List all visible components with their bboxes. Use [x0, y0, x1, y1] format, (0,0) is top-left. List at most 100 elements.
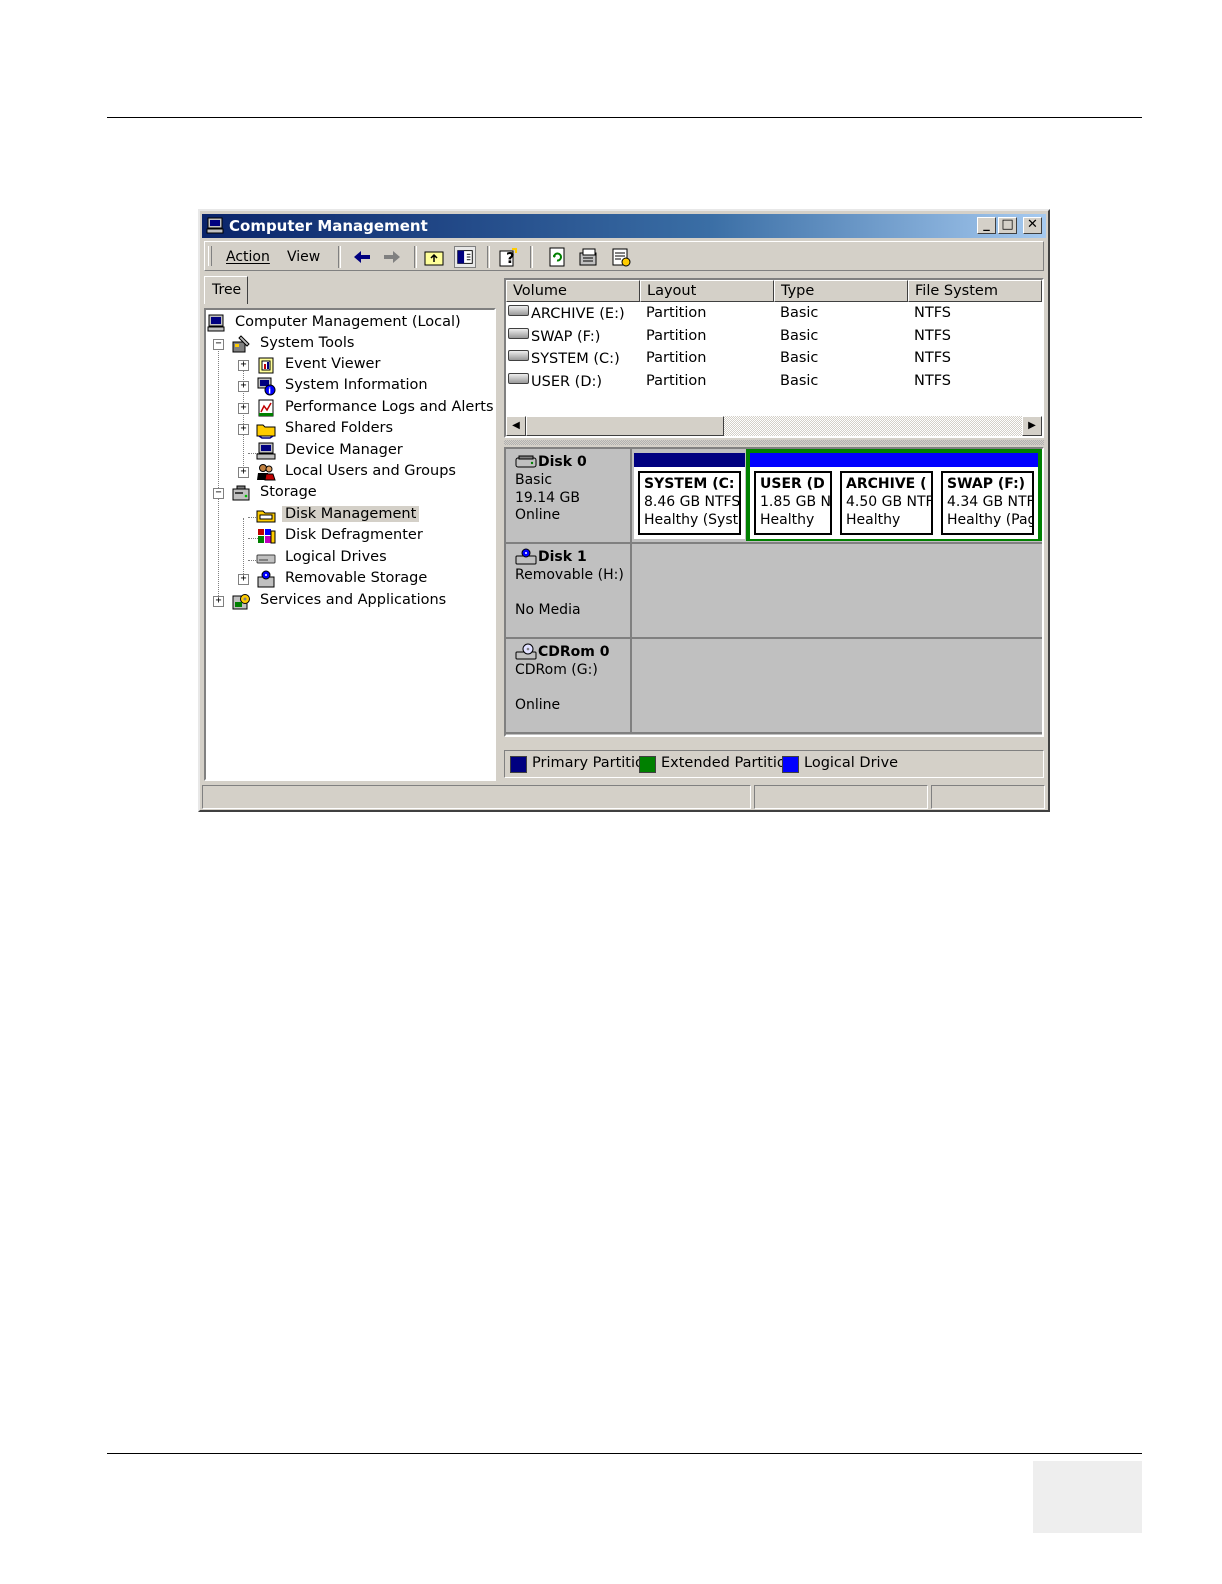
storage-icon	[232, 485, 250, 501]
drive-icon	[508, 328, 529, 339]
performance-logs-icon	[258, 399, 274, 417]
expand-toggle[interactable]: +	[238, 403, 249, 414]
tree-item-label: System Tools	[260, 335, 355, 351]
scroll-right-button[interactable]: ▶	[1022, 416, 1042, 436]
table-row[interactable]: ARCHIVE (E:) Partition Basic NTFS	[506, 303, 1042, 325]
tree-item-label: Computer Management (Local)	[235, 314, 461, 330]
volume-list[interactable]: Volume Layout Type File System ARCHIVE (…	[504, 278, 1044, 438]
properties-icon[interactable]	[577, 246, 599, 268]
disk-type: Removable (H:)	[515, 567, 624, 583]
column-header-volume[interactable]: Volume	[506, 280, 640, 302]
disk-row-cdrom0[interactable]: CDRom 0 CDRom (G:) Online	[506, 639, 1042, 734]
partition-type-bar	[634, 453, 745, 467]
scroll-left-button[interactable]: ◀	[506, 416, 526, 436]
expand-toggle[interactable]: +	[238, 360, 249, 371]
partition-name: SWAP (F:)	[947, 476, 1026, 492]
collapse-toggle[interactable]: −	[213, 488, 224, 499]
expand-toggle[interactable]: +	[238, 574, 249, 585]
tools-icon	[232, 335, 250, 353]
show-hide-tree-icon[interactable]	[454, 246, 476, 268]
page-footer-rule	[107, 1453, 1142, 1454]
column-header-label: Volume	[513, 283, 567, 299]
expand-toggle[interactable]: +	[238, 381, 249, 392]
cdrom-icon	[515, 643, 537, 660]
column-header-file-system[interactable]: File System	[908, 280, 1042, 302]
tree-item-label: Local Users and Groups	[285, 463, 456, 479]
partition-name: SYSTEM (C:	[644, 476, 735, 492]
partition-name: ARCHIVE (	[846, 476, 927, 492]
page-header-rule	[107, 117, 1142, 118]
disk-name: Disk 0	[538, 454, 587, 470]
partition-type-bar	[836, 453, 937, 467]
disk-status: Online	[515, 507, 561, 523]
disk-graphical-view[interactable]: Disk 0 Basic 19.14 GB Online SYSTEM (C: …	[504, 447, 1044, 737]
volume-cell: USER (D:)	[508, 373, 602, 390]
toolbar-grip[interactable]	[208, 246, 212, 266]
close-button[interactable]: ✕	[1023, 217, 1042, 234]
help-icon[interactable]: ?	[497, 246, 519, 268]
collapse-toggle[interactable]: −	[213, 339, 224, 350]
toolbar-separator	[530, 246, 533, 268]
status-bar-pane	[202, 785, 751, 809]
toolbar: Action View ?	[204, 241, 1044, 271]
minimize-button[interactable]: _	[977, 217, 996, 234]
refresh-icon[interactable]	[546, 246, 568, 268]
event-viewer-icon	[258, 357, 274, 374]
expand-toggle[interactable]: +	[213, 596, 224, 607]
tab-tree[interactable]: Tree	[204, 276, 248, 304]
disk-status: No Media	[515, 602, 581, 618]
partition-size: 1.85 GB N	[760, 494, 831, 510]
partition-box: ARCHIVE ( 4.50 GB NTF Healthy	[840, 471, 933, 535]
volume-name: ARCHIVE (E:)	[531, 306, 625, 322]
table-row[interactable]: SYSTEM (C:) Partition Basic NTFS	[506, 348, 1042, 370]
pane-splitter[interactable]	[504, 440, 1044, 445]
partition-swap[interactable]: SWAP (F:) 4.34 GB NTF Healthy (Pag	[937, 453, 1038, 539]
volume-cell: SWAP (F:)	[508, 328, 600, 345]
tree-pane[interactable]: Computer Management (Local) − System Too…	[204, 308, 496, 781]
horizontal-scrollbar[interactable]: ◀ ▶	[506, 416, 1042, 436]
export-icon[interactable]	[610, 246, 632, 268]
drive-icon	[508, 373, 529, 384]
file-system-cell: NTFS	[914, 328, 951, 344]
up-folder-icon[interactable]	[423, 246, 445, 268]
disk-type: CDRom (G:)	[515, 662, 598, 678]
volume-name: SYSTEM (C:)	[531, 351, 620, 367]
maximize-button[interactable]: □	[998, 217, 1017, 234]
menu-action[interactable]: Action	[226, 249, 270, 265]
column-header-type[interactable]: Type	[774, 280, 908, 302]
computer-icon	[206, 217, 224, 234]
partition-user[interactable]: USER (D 1.85 GB N Healthy	[750, 453, 836, 539]
back-icon[interactable]	[351, 246, 373, 268]
partition-status: Healthy	[760, 512, 815, 528]
title-bar[interactable]: Computer Management _ □ ✕	[202, 214, 1046, 238]
partition-legend: Primary Partition Extended Partition Log…	[504, 750, 1044, 778]
disk-label-disk0[interactable]: Disk 0 Basic 19.14 GB Online	[506, 449, 632, 542]
disk-status: Online	[515, 697, 561, 713]
layout-cell: Partition	[646, 328, 707, 344]
disk-label-disk1[interactable]: Disk 1 Removable (H:) No Media	[506, 544, 632, 637]
tree-item-label: Shared Folders	[285, 420, 394, 436]
tree-item-label: Performance Logs and Alerts	[285, 399, 494, 415]
disk-size: 19.14 GB	[515, 490, 580, 506]
services-icon	[232, 594, 250, 610]
disk-label-cdrom0[interactable]: CDRom 0 CDRom (G:) Online	[506, 639, 632, 732]
partition-system[interactable]: SYSTEM (C: 8.46 GB NTFS Healthy (Syste	[634, 453, 745, 539]
expand-toggle[interactable]: +	[238, 467, 249, 478]
legend-logical: Logical Drive	[804, 755, 899, 771]
partition-archive[interactable]: ARCHIVE ( 4.50 GB NTF Healthy	[836, 453, 937, 539]
expand-toggle[interactable]: +	[238, 424, 249, 435]
extended-partition-swatch	[639, 756, 656, 773]
primary-partition-swatch	[510, 756, 527, 773]
column-header-layout[interactable]: Layout	[640, 280, 774, 302]
scroll-thumb[interactable]	[526, 416, 724, 436]
file-system-cell: NTFS	[914, 305, 951, 321]
tree-line	[218, 346, 219, 606]
disk-row-disk1[interactable]: Disk 1 Removable (H:) No Media	[506, 544, 1042, 639]
legend-primary: Primary Partition	[532, 755, 654, 771]
disk-row-disk0[interactable]: Disk 0 Basic 19.14 GB Online SYSTEM (C: …	[506, 449, 1042, 544]
table-row[interactable]: SWAP (F:) Partition Basic NTFS	[506, 326, 1042, 348]
type-cell: Basic	[780, 350, 819, 366]
forward-icon[interactable]	[381, 246, 403, 268]
menu-view[interactable]: View	[287, 249, 320, 265]
table-row[interactable]: USER (D:) Partition Basic NTFS	[506, 371, 1042, 393]
